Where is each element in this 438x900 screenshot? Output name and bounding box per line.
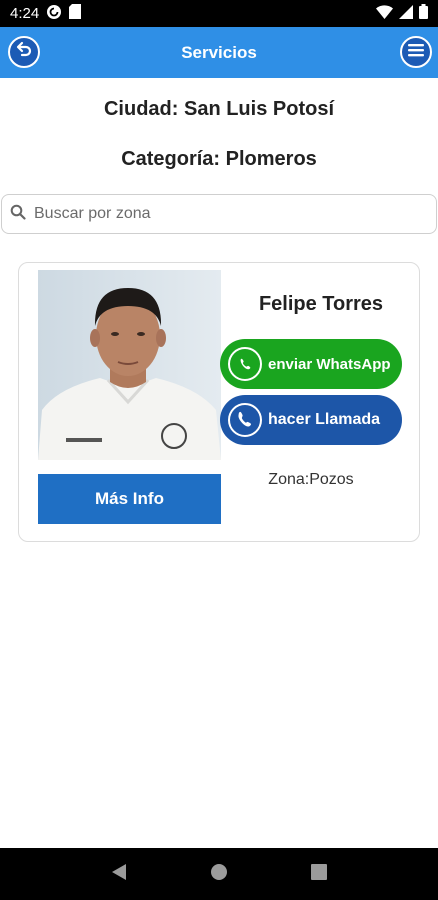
status-bar: 4:24 xyxy=(0,0,438,27)
search-input[interactable] xyxy=(34,205,414,223)
call-button[interactable]: hacer Llamada xyxy=(220,395,402,445)
call-button-label: hacer Llamada xyxy=(268,411,381,428)
home-circle-icon[interactable] xyxy=(210,863,228,886)
back-triangle-icon[interactable] xyxy=(111,863,127,886)
more-info-button[interactable]: Más Info xyxy=(38,474,221,524)
status-right xyxy=(376,4,428,23)
signal-icon xyxy=(399,4,413,23)
menu-button[interactable] xyxy=(400,36,432,68)
recents-square-icon[interactable] xyxy=(310,863,327,885)
person-photo xyxy=(38,270,221,460)
search-icon xyxy=(10,204,26,225)
whatsapp-button-label: enviar WhatsApp xyxy=(268,355,391,373)
status-time: 4:24 xyxy=(10,5,40,22)
pocket-casts-icon xyxy=(46,4,62,24)
whatsapp-icon xyxy=(228,347,262,381)
undo-arrow-icon xyxy=(15,41,33,64)
sd-card-icon xyxy=(69,4,82,23)
search-box[interactable] xyxy=(1,194,437,234)
provider-card: Felipe Torres enviar WhatsApp hacer Llam… xyxy=(18,262,420,542)
app-header: Servicios xyxy=(0,27,438,78)
back-button[interactable] xyxy=(8,36,40,68)
city-label: Ciudad: San Luis Potosí xyxy=(103,98,334,120)
battery-icon xyxy=(419,4,428,23)
provider-name: Felipe Torres xyxy=(258,293,384,315)
system-nav-bar xyxy=(0,848,438,900)
page-title: Servicios xyxy=(181,42,257,62)
screen: 4:24 Servicios Ciudad: San Luis Potosí C… xyxy=(0,0,438,900)
phone-icon xyxy=(228,403,262,437)
hamburger-menu-icon xyxy=(407,42,425,63)
status-left: 4:24 xyxy=(10,4,82,24)
wifi-icon xyxy=(376,4,393,23)
whatsapp-button[interactable]: enviar WhatsApp xyxy=(220,339,402,389)
provider-zone: Zona:Pozos xyxy=(268,471,354,488)
category-label: Categoría: Plomeros xyxy=(121,148,317,170)
